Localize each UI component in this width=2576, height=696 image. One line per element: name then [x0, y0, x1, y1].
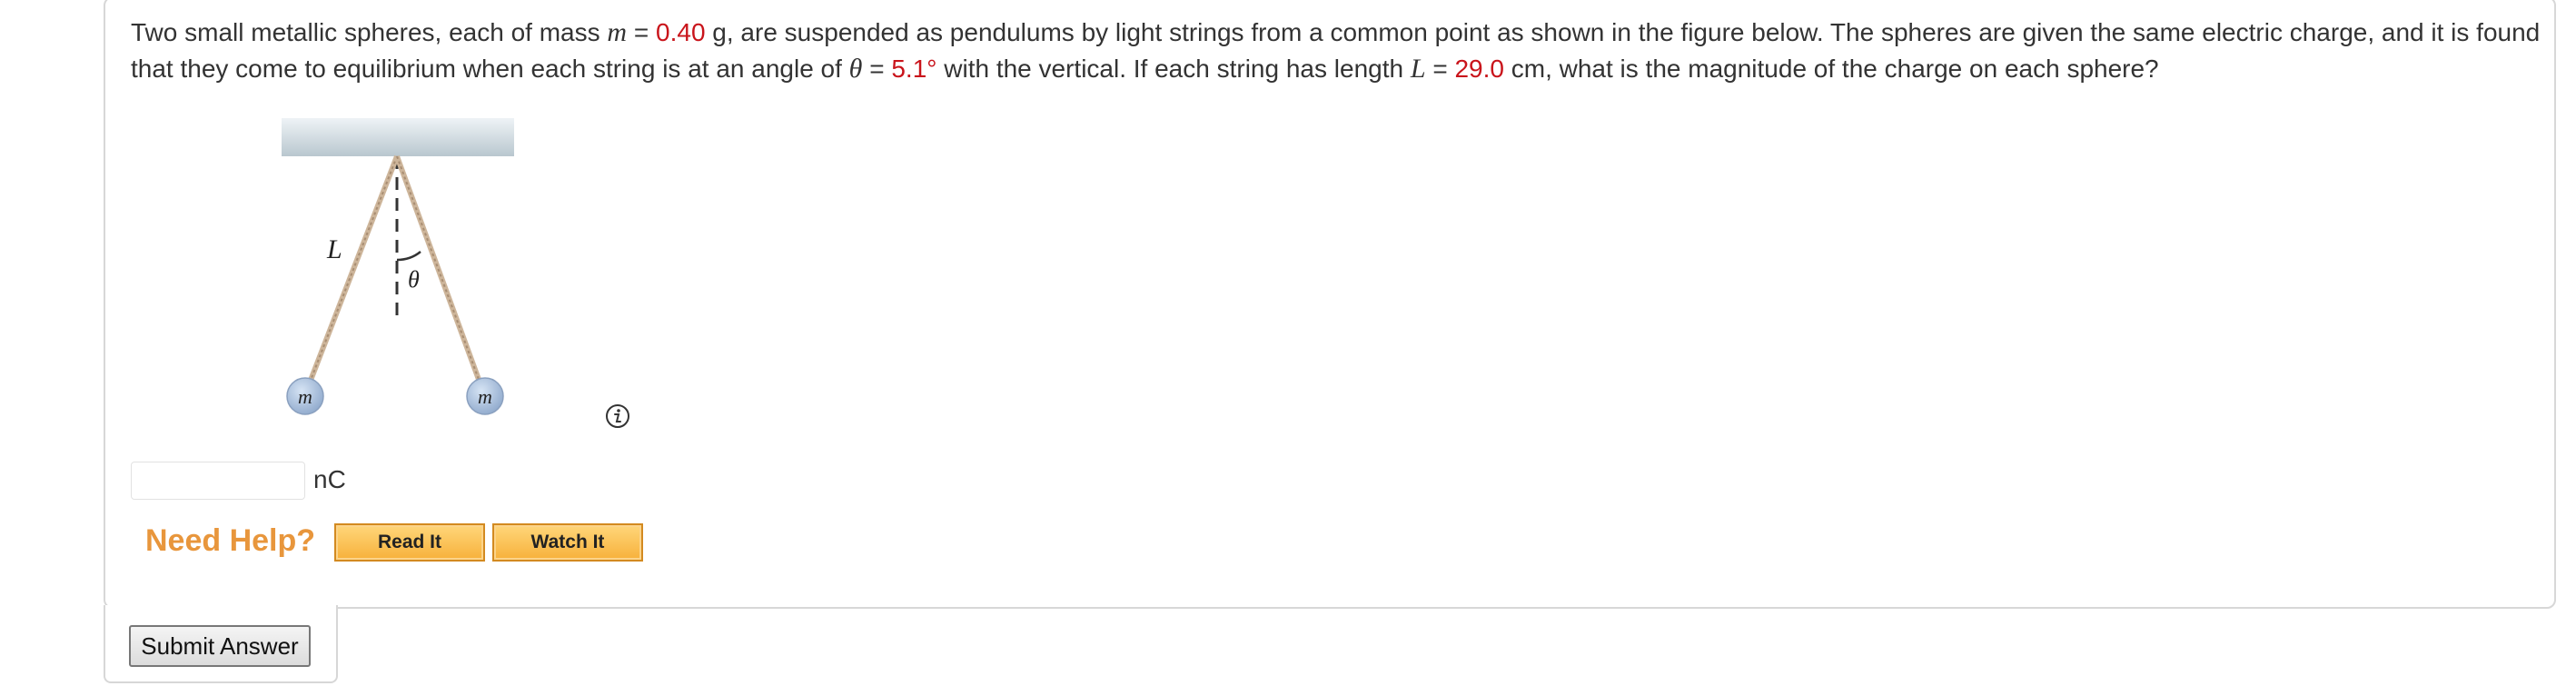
angle-value: 5.1°	[891, 55, 937, 83]
left-string-texture	[304, 155, 398, 395]
equals-sign: =	[627, 18, 657, 46]
angle-arc	[396, 251, 421, 262]
submit-answer-button[interactable]: Submit Answer	[129, 625, 311, 667]
question-text: Two small metallic spheres, each of mass…	[131, 15, 2547, 87]
mass-value: 0.40	[656, 18, 706, 46]
read-it-button[interactable]: Read It	[334, 523, 485, 562]
pendulum-figure: L θ m m	[272, 114, 536, 423]
need-help-label: Need Help?	[145, 523, 316, 558]
mass-right-label: m	[478, 385, 492, 408]
equals-sign: =	[1425, 55, 1455, 83]
info-icon[interactable]	[605, 403, 630, 429]
length-value: 29.0	[1454, 55, 1504, 83]
mass-left-label: m	[298, 385, 312, 408]
answer-unit: nC	[313, 465, 346, 493]
ceiling-support	[282, 118, 514, 156]
question-text-part1: Two small metallic spheres, each of mass	[131, 18, 608, 46]
length-label: L	[326, 234, 342, 264]
question-text-part4: cm, what is the magnitude of the charge …	[1503, 55, 2159, 83]
mass-variable: m	[607, 17, 628, 47]
watch-it-button[interactable]: Watch It	[492, 523, 643, 562]
length-variable: L	[1410, 54, 1426, 84]
angle-variable: θ	[848, 54, 863, 84]
equals-sign: =	[862, 55, 892, 83]
angle-label: θ	[408, 266, 420, 293]
answer-input[interactable]	[131, 462, 305, 500]
question-text-part3: with the vertical. If each string has le…	[936, 55, 1411, 83]
